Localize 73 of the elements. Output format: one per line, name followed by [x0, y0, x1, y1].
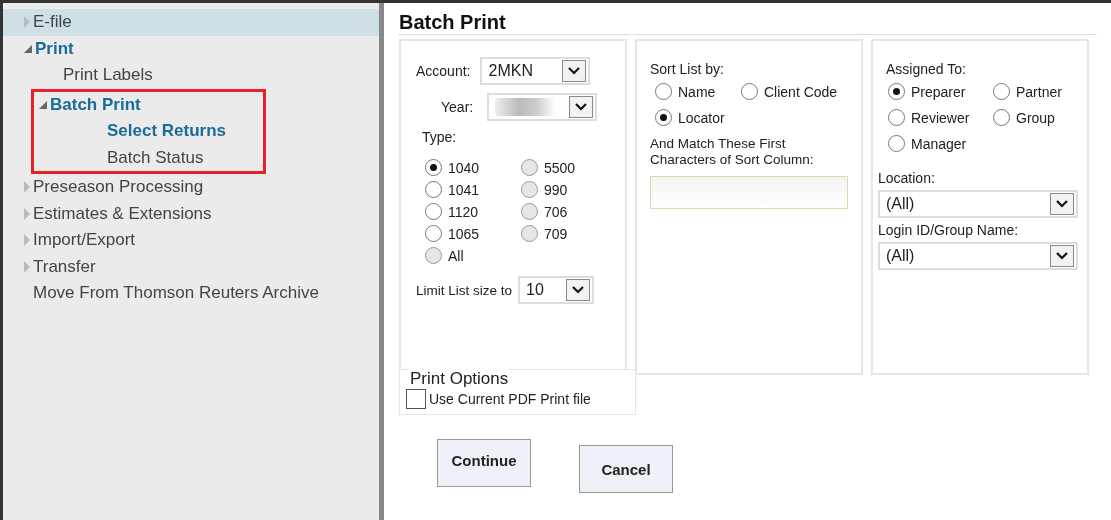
radio-button[interactable] [655, 109, 672, 126]
radio-label: 709 [544, 225, 568, 242]
tree-item[interactable]: E-file [3, 9, 379, 36]
radio-label: Group [1016, 109, 1055, 126]
radio-button[interactable] [888, 135, 905, 152]
tree-item[interactable]: Estimates & Extensions [3, 200, 379, 227]
radio-button[interactable] [741, 83, 758, 100]
page-title: Batch Print [399, 11, 1097, 35]
tree-item[interactable]: Print Labels [3, 62, 379, 89]
radio-label: Partner [1016, 83, 1062, 100]
collapsed-triangle-icon [23, 180, 31, 195]
radio-button[interactable] [425, 159, 442, 176]
action-button[interactable]: Cancel [579, 445, 673, 493]
radio-label: 706 [544, 203, 568, 220]
radio-label: Manager [911, 135, 967, 152]
radio-label: 990 [544, 181, 568, 198]
field-label: Type: [422, 129, 458, 145]
match-input[interactable] [650, 176, 848, 210]
field-label: Assigned To: [886, 61, 967, 77]
tree-item[interactable]: Batch Print [34, 91, 263, 118]
caret-icon[interactable] [1050, 193, 1074, 215]
radio-button[interactable] [993, 109, 1010, 126]
radio-button[interactable] [993, 83, 1010, 100]
field-label: Year: [441, 99, 474, 115]
radio-label: Locator [678, 109, 725, 126]
expanded-triangle-icon [38, 99, 48, 110]
radio-label: Preparer [911, 83, 966, 100]
collapsed-triangle-icon [23, 15, 31, 30]
limit-dropdown[interactable]: 10 [518, 276, 595, 304]
radio-label: 1065 [448, 225, 480, 242]
section-title: Print Options [408, 369, 511, 389]
radio-label: 5500 [544, 159, 576, 176]
tree-item[interactable]: Batch Status [34, 144, 263, 171]
radio-button[interactable] [888, 83, 905, 100]
collapsed-triangle-icon [23, 206, 31, 221]
caret-icon[interactable] [562, 60, 587, 82]
tree-item[interactable]: Transfer [3, 253, 379, 280]
account-dropdown[interactable]: 2MKN [480, 57, 591, 85]
radio-label: Name [678, 83, 716, 100]
location-dropdown[interactable]: (All) [878, 190, 1078, 218]
login-dropdown[interactable]: (All) [878, 242, 1078, 270]
radio-button[interactable] [425, 225, 442, 242]
tree-item[interactable]: Print [3, 35, 379, 62]
radio-label: 1040 [448, 159, 480, 176]
field-label: Account: [416, 63, 471, 79]
radio-button[interactable] [425, 181, 442, 198]
checkbox[interactable] [406, 389, 426, 409]
radio-label: 1041 [448, 181, 480, 198]
action-button[interactable]: Continue [437, 439, 531, 487]
tree-item[interactable]: Move From Thomson Reuters Archive [3, 280, 379, 307]
collapsed-triangle-icon [23, 233, 31, 248]
radio-label: 1120 [448, 203, 479, 220]
radio-label: Client Code [764, 83, 838, 100]
field-label: And Match These First Characters of Sort Column: [650, 136, 815, 169]
radio-button[interactable] [655, 83, 672, 100]
tree-item[interactable]: Import/Export [3, 227, 379, 254]
radio-button[interactable] [888, 109, 905, 126]
expanded-triangle-icon [23, 43, 33, 54]
field-label: Limit List size to [416, 282, 513, 298]
caret-icon[interactable] [566, 279, 591, 301]
field-label: Sort List by: [650, 61, 725, 77]
caret-icon[interactable] [1050, 245, 1074, 267]
field-label: Login ID/Group Name: [878, 222, 1020, 238]
blurred-value [495, 98, 556, 116]
tree-item[interactable]: Preseason Processing [3, 174, 379, 201]
field-label: Location: [878, 170, 936, 186]
radio-label: All [448, 247, 464, 264]
tree-item[interactable]: Select Returns [34, 118, 263, 145]
radio-button[interactable] [425, 203, 442, 220]
caret-icon[interactable] [569, 96, 594, 118]
checkbox-label: Use Current PDF Print file [429, 391, 591, 407]
radio-label: Reviewer [911, 109, 970, 126]
collapsed-triangle-icon [23, 259, 31, 274]
